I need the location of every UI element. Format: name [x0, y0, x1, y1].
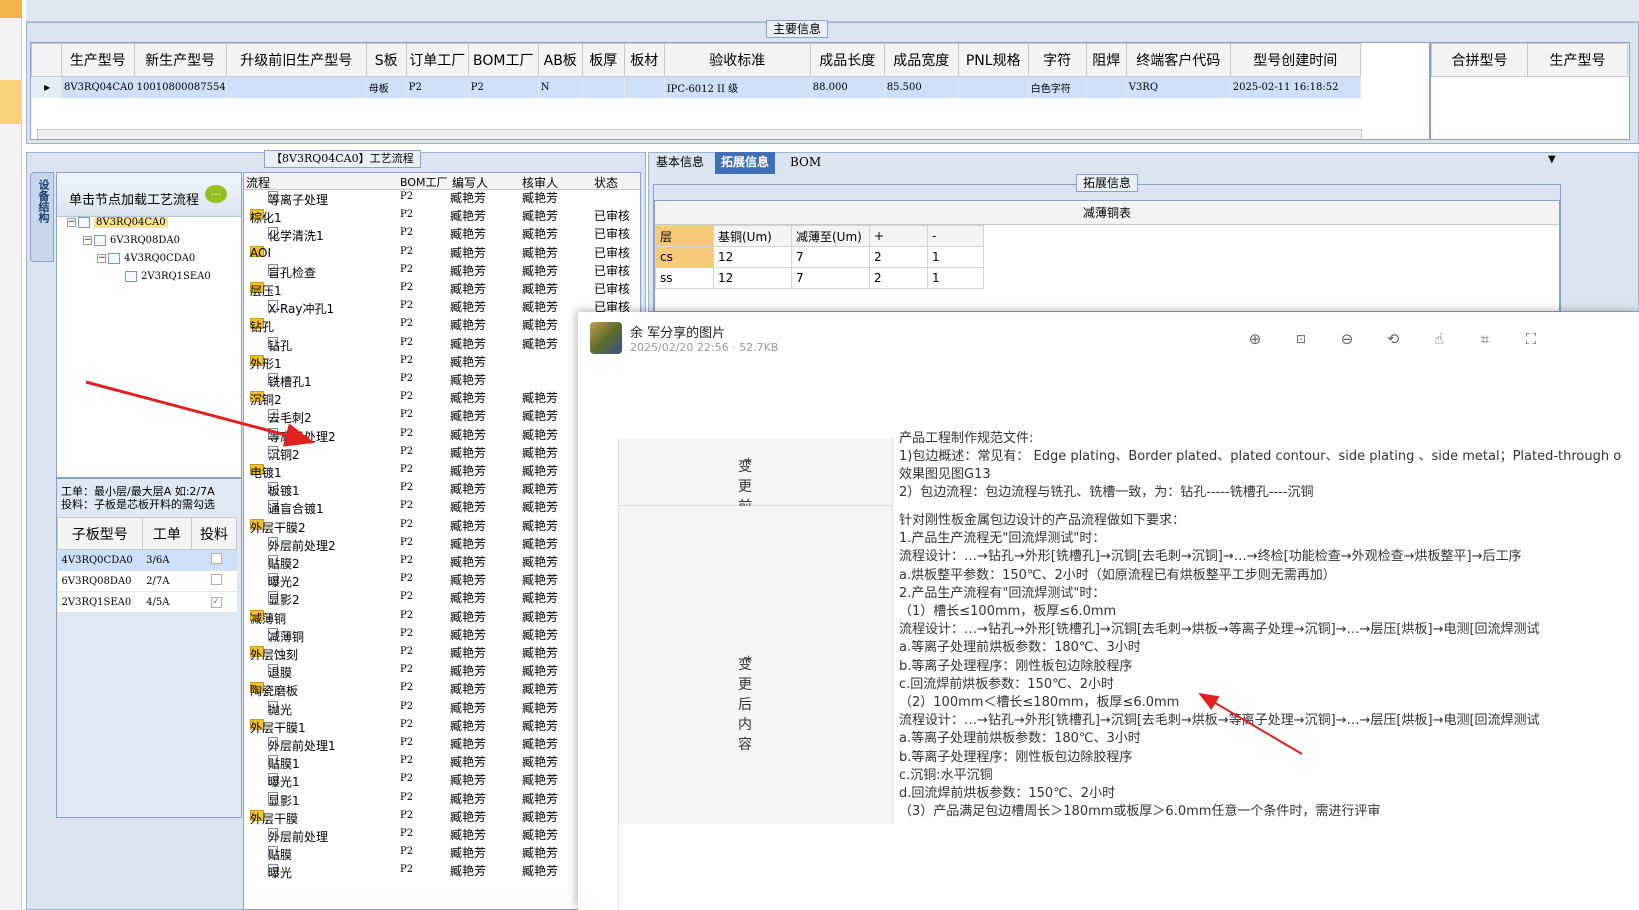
arrow-to-plasma-program [1198, 692, 1303, 755]
arrow-to-plasma-step [85, 380, 315, 447]
annotation-arrows [85, 380, 1303, 755]
